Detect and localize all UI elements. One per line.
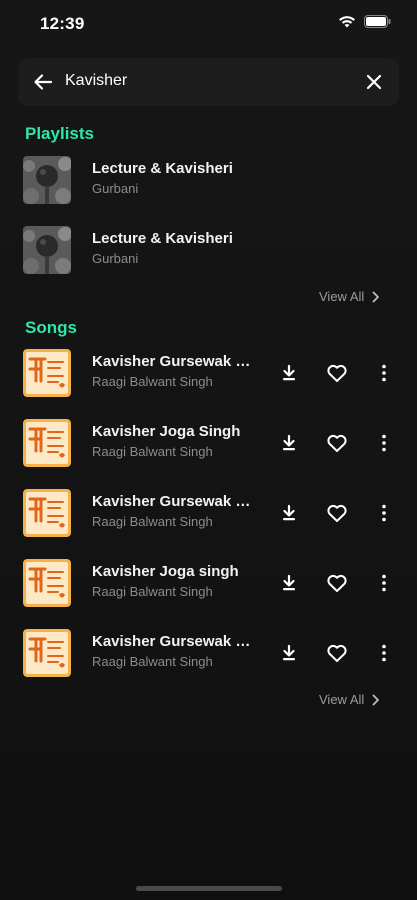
status-time: 12:39: [40, 14, 85, 33]
download-icon[interactable]: [277, 361, 301, 385]
more-vertical-icon[interactable]: [372, 431, 396, 455]
song-thumbnail: [23, 629, 71, 677]
playlist-subtitle: Gurbani: [92, 251, 139, 266]
heart-icon[interactable]: [325, 361, 349, 385]
status-icons: [338, 15, 391, 28]
song-artist: Raagi Balwant Singh: [92, 584, 213, 599]
playlist-title: Lecture & Kavisheri: [92, 160, 233, 177]
battery-icon: [364, 15, 391, 28]
playlist-thumbnail: [23, 226, 71, 274]
song-thumbnail: [23, 559, 71, 607]
heart-icon[interactable]: [325, 641, 349, 665]
songs-view-all-link[interactable]: View All: [319, 692, 380, 707]
song-artist: Raagi Balwant Singh: [92, 654, 213, 669]
song-item[interactable]: Kavisher Gursewak Singh Raagi Balwant Si…: [0, 343, 417, 403]
song-thumbnail: [23, 489, 71, 537]
song-item[interactable]: Kavisher Joga singh Raagi Balwant Singh: [0, 553, 417, 613]
song-item[interactable]: Kavisher Joga Singh Raagi Balwant Singh: [0, 413, 417, 473]
view-all-label: View All: [319, 289, 365, 304]
heart-icon[interactable]: [325, 571, 349, 595]
song-title: Kavisher Gursewak Singh: [92, 353, 252, 370]
heart-icon[interactable]: [325, 431, 349, 455]
download-icon[interactable]: [277, 431, 301, 455]
wifi-icon: [339, 16, 355, 28]
song-thumbnail: [23, 419, 71, 467]
status-bar: 12:39: [0, 0, 417, 48]
song-title: Kavisher Joga singh: [92, 563, 239, 580]
playlist-subtitle: Gurbani: [92, 181, 139, 196]
song-title: Kavisher Joga Singh: [92, 423, 241, 440]
song-title: Kavisher Gursewak Singh: [92, 493, 252, 510]
more-vertical-icon[interactable]: [372, 571, 396, 595]
song-title: Kavisher Gursewak Singh: [92, 633, 252, 650]
chevron-right-icon: [372, 291, 380, 302]
song-item[interactable]: Kavisher Gursewak Singh Raagi Balwant Si…: [0, 483, 417, 543]
more-vertical-icon[interactable]: [372, 361, 396, 385]
close-icon[interactable]: [363, 71, 385, 93]
song-artist: Raagi Balwant Singh: [92, 374, 213, 389]
home-indicator: [136, 886, 282, 891]
search-input[interactable]: Kavisher: [65, 72, 127, 90]
more-vertical-icon[interactable]: [372, 501, 396, 525]
song-artist: Raagi Balwant Singh: [92, 444, 213, 459]
search-bar[interactable]: Kavisher: [18, 58, 399, 106]
playlist-thumbnail: [23, 156, 71, 204]
songs-heading: Songs: [25, 318, 77, 337]
playlist-title: Lecture & Kavisheri: [92, 230, 233, 247]
view-all-label: View All: [319, 692, 365, 707]
song-artist: Raagi Balwant Singh: [92, 514, 213, 529]
download-icon[interactable]: [277, 571, 301, 595]
download-icon[interactable]: [277, 641, 301, 665]
playlist-item[interactable]: Lecture & Kavisheri Gurbani: [0, 150, 417, 210]
more-vertical-icon[interactable]: [372, 641, 396, 665]
playlists-view-all-link[interactable]: View All: [319, 289, 380, 304]
playlist-item[interactable]: Lecture & Kavisheri Gurbani: [0, 220, 417, 280]
download-icon[interactable]: [277, 501, 301, 525]
song-item[interactable]: Kavisher Gursewak Singh Raagi Balwant Si…: [0, 623, 417, 683]
song-thumbnail: [23, 349, 71, 397]
playlists-heading: Playlists: [25, 124, 94, 143]
heart-icon[interactable]: [325, 501, 349, 525]
arrow-left-icon[interactable]: [32, 71, 54, 93]
chevron-right-icon: [372, 694, 380, 705]
